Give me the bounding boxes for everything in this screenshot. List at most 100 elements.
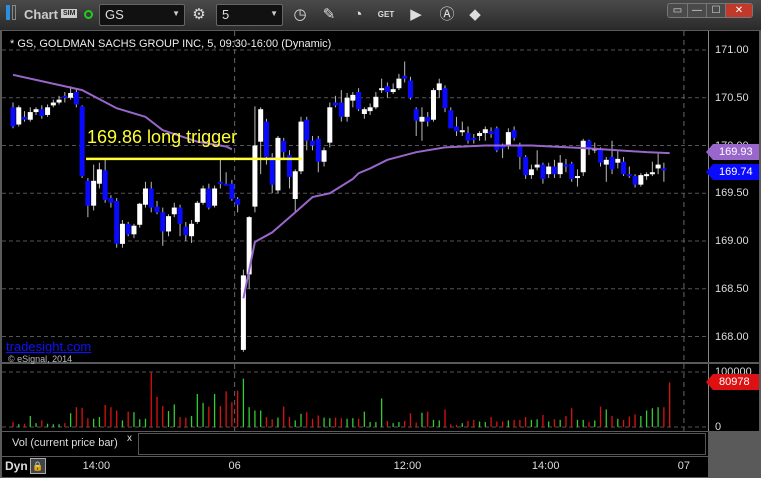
- volume-axis[interactable]: 100000 0 80978: [706, 364, 759, 433]
- candle-body: [258, 109, 264, 142]
- candle-body: [413, 109, 419, 121]
- study-close-button[interactable]: x: [127, 433, 132, 444]
- settings-gear-icon[interactable]: ⚙: [188, 4, 210, 26]
- candle-body: [62, 95, 68, 98]
- candle-body: [160, 212, 166, 232]
- candle-body: [321, 150, 327, 162]
- candle-body: [137, 203, 143, 225]
- pencil-icon[interactable]: ✎: [318, 4, 340, 26]
- price-chart: [2, 31, 708, 362]
- close-button[interactable]: ✕: [725, 4, 752, 17]
- candle-body: [615, 158, 621, 163]
- candle-body: [33, 109, 39, 113]
- play-icon[interactable]: ▶: [405, 4, 427, 26]
- a-circle-icon[interactable]: Ⓐ: [436, 4, 458, 26]
- copyright: © eSignal, 2014: [8, 354, 73, 364]
- interval-input[interactable]: 5 ▼: [216, 4, 283, 26]
- candle-body: [125, 223, 131, 235]
- candle-body: [154, 206, 160, 213]
- candle-body: [598, 149, 604, 163]
- candle-body: [166, 216, 172, 232]
- candle-body: [327, 107, 333, 143]
- trigger-annotation-label: 169.86 long trigger: [87, 127, 238, 147]
- candle-body: [206, 188, 212, 208]
- candle-body: [39, 109, 45, 116]
- candle-body: [621, 161, 627, 175]
- study-label: Vol (current price bar): [12, 437, 118, 449]
- candle-body: [56, 99, 62, 103]
- candle-body: [350, 94, 356, 101]
- candle-body: [425, 116, 431, 122]
- symbol-input[interactable]: GS ▼: [99, 4, 185, 26]
- panel-icon[interactable]: [6, 5, 18, 21]
- candle-body: [367, 107, 373, 112]
- time-tick-label: 07: [677, 460, 691, 472]
- price-chart-pane[interactable]: * GS, GOLDMAN SACHS GROUP INC, 5, 09:30-…: [2, 31, 708, 364]
- window-title: Chart: [24, 7, 58, 22]
- candle-body: [482, 129, 488, 134]
- clock-icon[interactable]: ◷: [289, 4, 311, 26]
- chevron-down-icon[interactable]: ▼: [172, 9, 180, 18]
- candle-body: [85, 180, 91, 206]
- time-tick-label: 06: [228, 460, 241, 472]
- candle-body: [626, 174, 632, 177]
- ticket-icon[interactable]: ◆: [464, 4, 486, 26]
- chevron-down-icon[interactable]: ▼: [270, 9, 278, 18]
- lock-icon[interactable]: 🔒: [30, 458, 46, 474]
- time-axis[interactable]: Dyn 🔒 14:00 06 12:00 14:00 07: [2, 457, 708, 477]
- price-tick-label: 168.00: [715, 330, 749, 343]
- study-input[interactable]: [138, 433, 706, 455]
- candle-body: [540, 164, 546, 179]
- candle-body: [551, 166, 557, 175]
- price-tick-label: 170.50: [715, 91, 749, 104]
- connection-status-icon: [84, 10, 93, 19]
- candle-body: [344, 97, 350, 117]
- candle-body: [407, 80, 413, 98]
- price-axis[interactable]: 171.00170.50170.00169.50169.00168.50168.…: [706, 31, 759, 362]
- candle-body: [574, 176, 580, 179]
- candle-body: [649, 172, 655, 175]
- candle-body: [528, 169, 534, 176]
- sim-badge: SIM: [61, 9, 78, 18]
- candle-body: [45, 107, 51, 115]
- candle-body: [10, 107, 16, 127]
- last-price-tag: 169.74: [706, 164, 759, 181]
- candle-body: [402, 75, 408, 79]
- candle-body: [609, 156, 615, 170]
- candle-body: [500, 146, 506, 149]
- maximize-button[interactable]: ☐: [706, 4, 725, 17]
- candle-body: [361, 109, 367, 114]
- time-tick-label: 14:00: [531, 460, 560, 472]
- candle-body: [477, 133, 483, 136]
- candle-body: [390, 89, 396, 93]
- restore-menu-button[interactable]: ▭: [668, 4, 687, 17]
- candle-body: [563, 164, 569, 167]
- minimize-button[interactable]: —: [687, 4, 706, 17]
- candle-body: [430, 90, 436, 120]
- vwap-line-day2: [242, 144, 670, 299]
- candle-body: [396, 78, 402, 89]
- candle-body: [638, 175, 644, 185]
- time-tick-label: 14:00: [82, 460, 111, 472]
- candle-body: [419, 116, 425, 122]
- speedometer-icon[interactable]: ◔: [347, 4, 369, 26]
- price-tick-label: 171.00: [715, 44, 749, 56]
- candle-body: [292, 171, 298, 199]
- candle-body: [269, 156, 275, 185]
- candle-body: [263, 121, 269, 157]
- candle-body: [384, 86, 390, 93]
- candle-body: [177, 207, 183, 224]
- candle-body: [546, 166, 552, 175]
- price-tick-label: 168.50: [715, 282, 749, 295]
- window-controls: ▭ — ☐ ✕: [667, 3, 753, 18]
- candle-body: [632, 176, 638, 185]
- candle-body: [16, 107, 22, 125]
- candle-body: [252, 145, 258, 207]
- candle-body: [442, 88, 448, 109]
- volume-pane[interactable]: [2, 364, 708, 431]
- watermark-link[interactable]: tradesight.com: [6, 339, 91, 354]
- get-icon[interactable]: GET: [375, 4, 397, 26]
- candle-body: [298, 121, 304, 172]
- candle-body: [557, 162, 563, 175]
- candle-body: [379, 88, 385, 91]
